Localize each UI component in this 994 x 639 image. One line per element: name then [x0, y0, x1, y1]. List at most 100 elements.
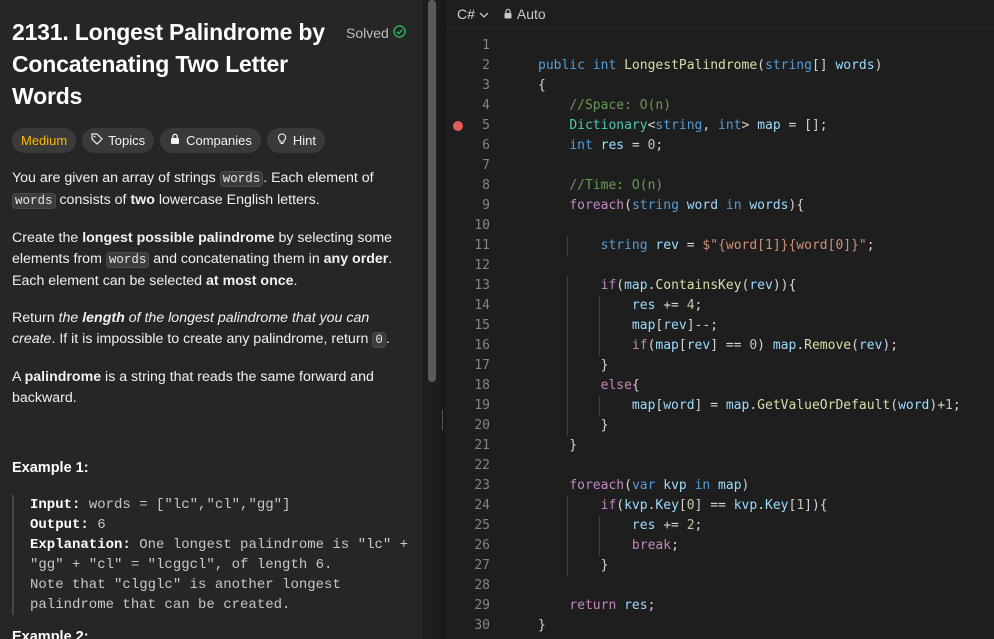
code-line[interactable]: 25 res += 2;: [447, 516, 994, 536]
problem-panel: 2131. Longest Palindrome by Concatenatin…: [0, 0, 422, 639]
code-line[interactable]: 7: [447, 156, 994, 176]
code-line[interactable]: 6 int res = 0;: [447, 136, 994, 156]
tag-icon: [91, 133, 104, 148]
code-text: if(map[rev] == 0) map.Remove(rev);: [631, 338, 899, 353]
solved-status: Solved: [346, 25, 406, 41]
line-number: 2: [482, 58, 490, 73]
language-label: C#: [457, 5, 475, 22]
code-line[interactable]: 19 map[word] = map.GetValueOrDefault(wor…: [447, 396, 994, 416]
example-1-heading: Example 1:: [12, 460, 89, 476]
code-text: map[word] = map.GetValueOrDefault(word)+…: [631, 398, 961, 413]
breakpoint-icon[interactable]: [453, 121, 463, 131]
code-text: string rev = $"{word[1]}{word[0]}";: [600, 238, 875, 253]
code-text: }: [538, 358, 609, 373]
difficulty-label: Medium: [21, 133, 68, 148]
topics-label: Topics: [108, 133, 146, 148]
description-paragraph: You are given an array of strings words.…: [12, 170, 374, 209]
code-text: foreach(string word in words){: [569, 198, 805, 213]
code-text: if(map.ContainsKey(rev)){: [600, 278, 797, 293]
code-text: foreach(var kvp in map): [569, 478, 750, 493]
code-text: }: [538, 618, 546, 633]
code-line[interactable]: 11 string rev = $"{word[1]}{word[0]}";: [447, 236, 994, 256]
code-line[interactable]: 24 if(kvp.Key[0] == kvp.Key[1]){: [447, 496, 994, 516]
line-number: 23: [474, 478, 490, 493]
line-number: 20: [474, 418, 490, 433]
line-number: 7: [482, 158, 490, 173]
line-number: 9: [482, 198, 490, 213]
auto-label: Auto: [516, 5, 546, 22]
code-text: }: [538, 418, 609, 433]
description-scrollbar[interactable]: [428, 0, 436, 382]
code-text: Dictionary<string, int> map = [];: [569, 118, 828, 133]
code-line[interactable]: 26 break;: [447, 536, 994, 556]
difficulty-badge[interactable]: Medium: [12, 128, 77, 153]
lightbulb-icon: [276, 133, 288, 148]
hint-label: Hint: [292, 133, 316, 148]
code-line[interactable]: 9 foreach(string word in words){: [447, 196, 994, 216]
problem-description: You are given an array of strings words.…: [12, 168, 407, 425]
code-line[interactable]: 21 }: [447, 436, 994, 456]
code-line[interactable]: 1: [447, 36, 994, 56]
code-text: res += 4;: [631, 298, 703, 313]
line-number: 14: [474, 298, 490, 313]
code-text: {: [538, 78, 546, 93]
line-number: 21: [474, 438, 490, 453]
code-text: }: [538, 438, 578, 453]
description-paragraph: Create the longest possible palindrome b…: [12, 230, 393, 289]
companies-label: Companies: [186, 133, 252, 148]
code-line[interactable]: 22: [447, 456, 994, 476]
hint-button[interactable]: Hint: [266, 128, 325, 153]
line-number: 19: [474, 398, 490, 413]
line-number: 8: [482, 178, 490, 193]
code-line[interactable]: 5 Dictionary<string, int> map = [];: [447, 116, 994, 136]
code-line[interactable]: 8 //Time: O(n): [447, 176, 994, 196]
code-line[interactable]: 13 if(map.ContainsKey(rev)){: [447, 276, 994, 296]
chevron-down-icon: [479, 6, 489, 22]
line-number: 29: [474, 598, 490, 613]
line-number: 11: [474, 238, 490, 253]
code-line[interactable]: 2 public int LongestPalindrome(string[] w…: [447, 56, 994, 76]
lock-icon: [169, 133, 181, 148]
code-text: }: [538, 558, 609, 573]
code-line[interactable]: 23 foreach(var kvp in map): [447, 476, 994, 496]
code-area[interactable]: 1 2 public int LongestPalindrome(string[] …: [447, 36, 994, 636]
code-line[interactable]: 20 }: [447, 416, 994, 436]
auto-mode-toggle[interactable]: Auto: [503, 6, 546, 22]
code-line[interactable]: 29 return res;: [447, 596, 994, 616]
panel-divider[interactable]: [439, 0, 446, 639]
code-line[interactable]: 12: [447, 256, 994, 276]
companies-button[interactable]: Companies: [160, 128, 261, 153]
code-line[interactable]: 16 if(map[rev] == 0) map.Remove(rev);: [447, 336, 994, 356]
line-number: 18: [474, 378, 490, 393]
code-line[interactable]: 15 map[rev]--;: [447, 316, 994, 336]
line-number: 30: [474, 618, 490, 633]
line-number: 16: [474, 338, 490, 353]
description-paragraph: Return the length of the longest palindr…: [12, 310, 390, 348]
example-1-block: Input: words = ["lc","cl","gg"] Output: …: [12, 495, 420, 615]
topics-button[interactable]: Topics: [82, 128, 155, 153]
code-line[interactable]: 17 }: [447, 356, 994, 376]
code-editor-panel: C# Auto 1 2 public int LongestPalindrome(s…: [447, 0, 994, 639]
code-line[interactable]: 27 }: [447, 556, 994, 576]
line-number: 10: [474, 218, 490, 233]
language-select[interactable]: C#: [457, 6, 489, 22]
code-line[interactable]: 18 else{: [447, 376, 994, 396]
line-number: 26: [474, 538, 490, 553]
code-line[interactable]: 28: [447, 576, 994, 596]
line-number: 22: [474, 458, 490, 473]
editor-toolbar: C# Auto: [447, 0, 994, 28]
code-line[interactable]: 3{: [447, 76, 994, 96]
line-number: 17: [474, 358, 490, 373]
line-number: 24: [474, 498, 490, 513]
code-line[interactable]: 14 res += 4;: [447, 296, 994, 316]
code-line[interactable]: 30}: [447, 616, 994, 636]
code-text: //Space: O(n): [569, 98, 672, 113]
code-text: map[rev]--;: [631, 318, 719, 333]
code-line[interactable]: 10: [447, 216, 994, 236]
line-number: 27: [474, 558, 490, 573]
lock-icon: [503, 6, 513, 22]
code-text: res += 2;: [631, 518, 703, 533]
code-text: public int LongestPalindrome(string[] wo…: [538, 58, 883, 73]
code-line[interactable]: 4 //Space: O(n): [447, 96, 994, 116]
line-number: 28: [474, 578, 490, 593]
